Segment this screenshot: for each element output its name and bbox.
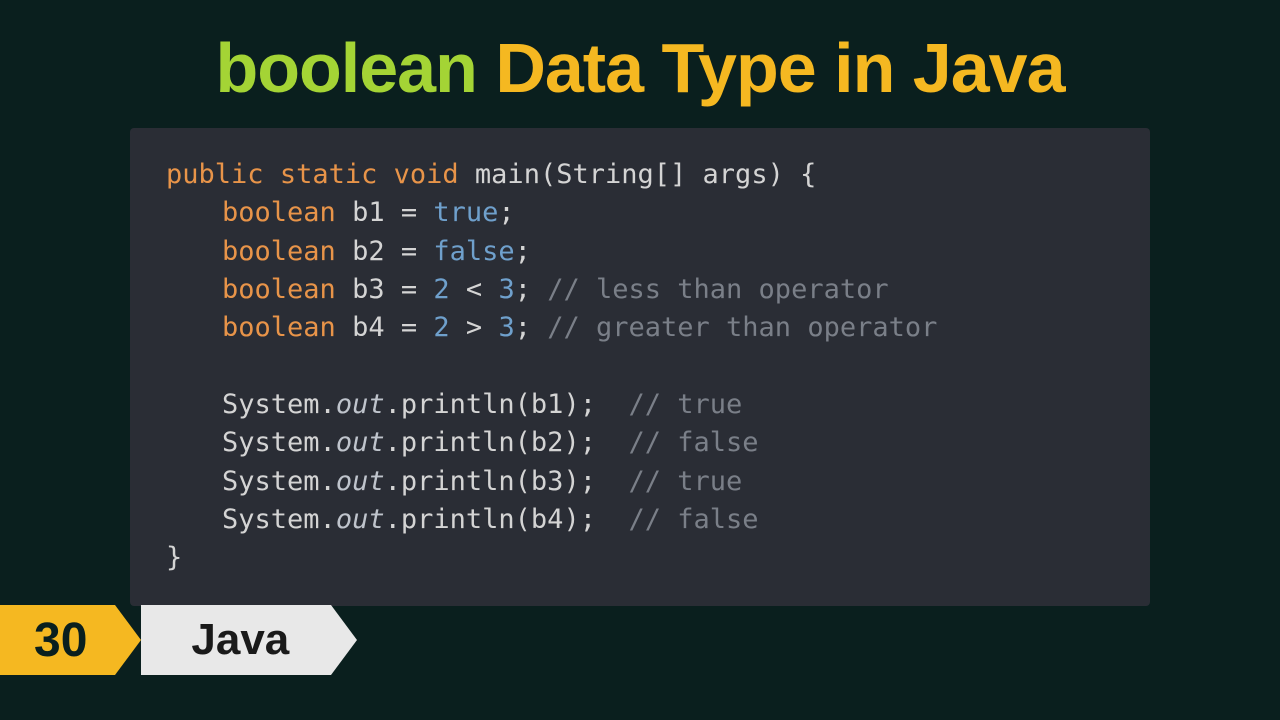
- code-line-2: boolean b1 = true;: [166, 194, 1120, 232]
- code-block: public static void main(String[] args) {…: [130, 128, 1150, 606]
- code-line-3: boolean b2 = false;: [166, 233, 1120, 271]
- code-line-6: System.out.println(b1); // true: [166, 386, 1120, 424]
- lesson-number: 30: [0, 605, 115, 675]
- lesson-label: Java: [141, 605, 331, 675]
- code-close-brace: }: [166, 539, 1120, 577]
- code-line-7: System.out.println(b2); // false: [166, 424, 1120, 462]
- title-word-boolean: boolean: [216, 29, 477, 107]
- code-line-1: public static void main(String[] args) {: [166, 156, 1120, 194]
- slide-title: boolean Data Type in Java: [0, 0, 1280, 128]
- title-word-rest: Data Type in Java: [495, 29, 1064, 107]
- code-line-5: boolean b4 = 2 > 3; // greater than oper…: [166, 309, 1120, 347]
- lesson-badge: 30 Java: [0, 605, 331, 675]
- code-line-9: System.out.println(b4); // false: [166, 501, 1120, 539]
- code-line-8: System.out.println(b3); // true: [166, 463, 1120, 501]
- code-blank-line: [166, 348, 1120, 386]
- code-line-4: boolean b3 = 2 < 3; // less than operato…: [166, 271, 1120, 309]
